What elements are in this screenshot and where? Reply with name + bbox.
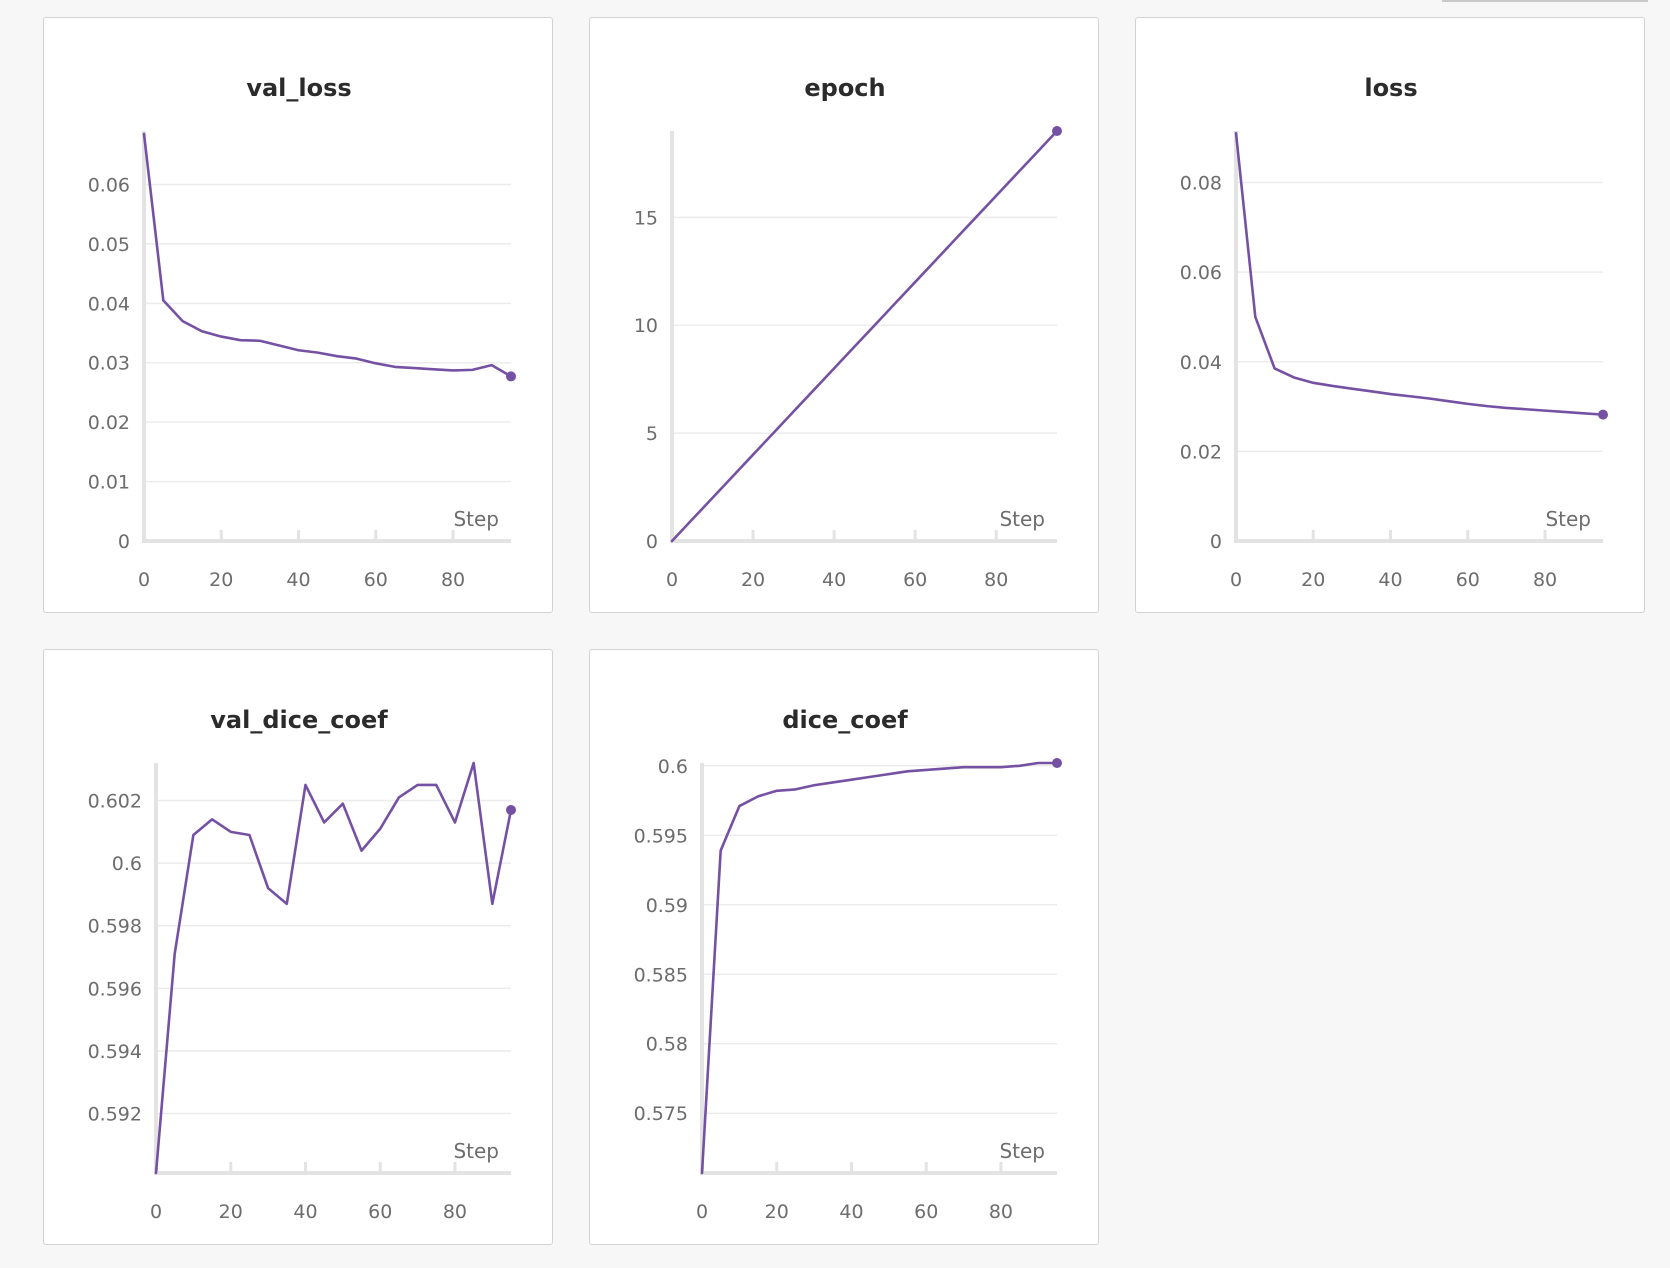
chart-title: val_loss <box>246 74 351 102</box>
series-line[interactable] <box>142 132 513 378</box>
x-tick-label: 0 <box>1230 569 1242 591</box>
y-tick-label: 0.06 <box>1180 262 1222 284</box>
x-tick-label: 80 <box>441 569 465 591</box>
chart-svg: loss 0 0.02 0.04 0.06 0.08 0 20 40 60 80 Step <box>1180 74 1608 591</box>
y-tick-label: 0.04 <box>1180 352 1222 374</box>
y-tick-label: 0.594 <box>88 1041 142 1063</box>
y-tick-label: 0.596 <box>88 978 142 1000</box>
x-axis-title: Step <box>999 1139 1045 1163</box>
x-tick-label: 60 <box>364 569 388 591</box>
chart-panel-val-dice-coef[interactable]: val_dice_coef 0.592 0.594 0.596 0.598 0.6 0.60… <box>43 649 553 1245</box>
series-endpoint-marker[interactable] <box>1052 126 1062 136</box>
chart-title: loss <box>1364 74 1417 102</box>
x-tick-label: 60 <box>914 1201 938 1223</box>
y-tick-label: 0.575 <box>634 1103 688 1125</box>
y-tick-label: 0.598 <box>88 916 142 938</box>
top-tab-indicator <box>1442 0 1648 2</box>
x-tick-label: 40 <box>839 1201 863 1223</box>
x-tick-label: 80 <box>1533 569 1557 591</box>
x-tick-label: 40 <box>822 569 846 591</box>
series-endpoint-marker[interactable] <box>1598 409 1608 420</box>
x-tick-label: 60 <box>368 1201 392 1223</box>
x-tick-label: 20 <box>1301 569 1325 591</box>
y-tick-label: 0.595 <box>634 825 688 847</box>
y-tick-label: 0.06 <box>88 174 130 196</box>
y-tick-label: 0 <box>646 531 658 553</box>
x-tick-label: 80 <box>989 1201 1013 1223</box>
x-tick-label: 40 <box>1378 569 1402 591</box>
y-tick-label: 0.08 <box>1180 173 1222 195</box>
x-tick-label: 0 <box>138 569 150 591</box>
chart-svg: val_loss 0 0.01 0.02 0.03 0.04 0.05 0.06 0 20 40 60… <box>88 74 516 591</box>
x-axis-title: Step <box>453 507 499 531</box>
chart-panel-loss[interactable]: loss 0 0.02 0.04 0.06 0.08 0 20 40 60 80 Step <box>1135 17 1645 613</box>
x-tick-label: 60 <box>1456 569 1480 591</box>
y-tick-label: 10 <box>634 315 658 337</box>
series-line[interactable] <box>1234 131 1605 416</box>
y-tick-label: 0.59 <box>646 895 688 917</box>
x-tick-label: 20 <box>219 1201 243 1223</box>
chart-svg: epoch 0 5 10 15 0 20 40 60 80 Step <box>634 74 1062 591</box>
x-tick-label: 20 <box>209 569 233 591</box>
y-tick-label: 5 <box>646 423 658 445</box>
chart-panel-epoch[interactable]: epoch 0 5 10 15 0 20 40 60 80 Step <box>589 17 1099 613</box>
y-tick-label: 0.602 <box>88 791 142 813</box>
x-tick-label: 80 <box>443 1201 467 1223</box>
y-tick-label: 0.05 <box>88 234 130 256</box>
series-line[interactable] <box>700 761 1059 1175</box>
chart-title: val_dice_coef <box>210 706 388 734</box>
series-endpoint-marker[interactable] <box>1052 758 1062 768</box>
x-tick-label: 80 <box>984 569 1008 591</box>
chart-title: dice_coef <box>782 706 908 734</box>
x-axis-title: Step <box>999 507 1045 531</box>
y-tick-label: 0 <box>1210 531 1222 553</box>
x-tick-label: 60 <box>903 569 927 591</box>
y-tick-label: 0.6 <box>658 756 688 778</box>
chart-panel-dice-coef[interactable]: dice_coef 0.575 0.58 0.585 0.59 0.595 0.6 0 20 40… <box>589 649 1099 1245</box>
series-endpoint-marker[interactable] <box>506 804 516 815</box>
series-line[interactable] <box>670 129 1059 543</box>
chart-title: epoch <box>804 74 885 102</box>
series-endpoint-marker[interactable] <box>506 371 516 382</box>
x-tick-label: 40 <box>293 1201 317 1223</box>
y-tick-label: 0.04 <box>88 293 130 315</box>
x-tick-label: 0 <box>696 1201 708 1223</box>
x-tick-label: 0 <box>150 1201 162 1223</box>
x-tick-label: 0 <box>666 569 678 591</box>
y-tick-label: 0.6 <box>112 853 142 875</box>
x-axis-title: Step <box>453 1139 499 1163</box>
y-tick-label: 0.01 <box>88 472 130 494</box>
chart-svg: val_dice_coef 0.592 0.594 0.596 0.598 0.6 0.60… <box>88 706 516 1223</box>
y-tick-label: 0.02 <box>1180 441 1222 463</box>
x-tick-label: 20 <box>765 1201 789 1223</box>
y-tick-label: 0.585 <box>634 964 688 986</box>
y-tick-label: 15 <box>634 207 658 229</box>
y-tick-label: 0 <box>118 531 130 553</box>
y-tick-label: 0.02 <box>88 412 130 434</box>
chart-svg: dice_coef 0.575 0.58 0.585 0.59 0.595 0.6 0 20 40… <box>634 706 1062 1223</box>
series-line[interactable] <box>154 761 513 1175</box>
y-tick-label: 0.58 <box>646 1034 688 1056</box>
y-tick-label: 0.03 <box>88 353 130 375</box>
y-tick-label: 0.592 <box>88 1104 142 1126</box>
x-tick-label: 20 <box>741 569 765 591</box>
chart-panel-val-loss[interactable]: val_loss 0 0.01 0.02 0.03 0.04 0.05 0.06 0 20 40 60… <box>43 17 553 613</box>
x-tick-label: 40 <box>286 569 310 591</box>
x-axis-title: Step <box>1545 507 1591 531</box>
